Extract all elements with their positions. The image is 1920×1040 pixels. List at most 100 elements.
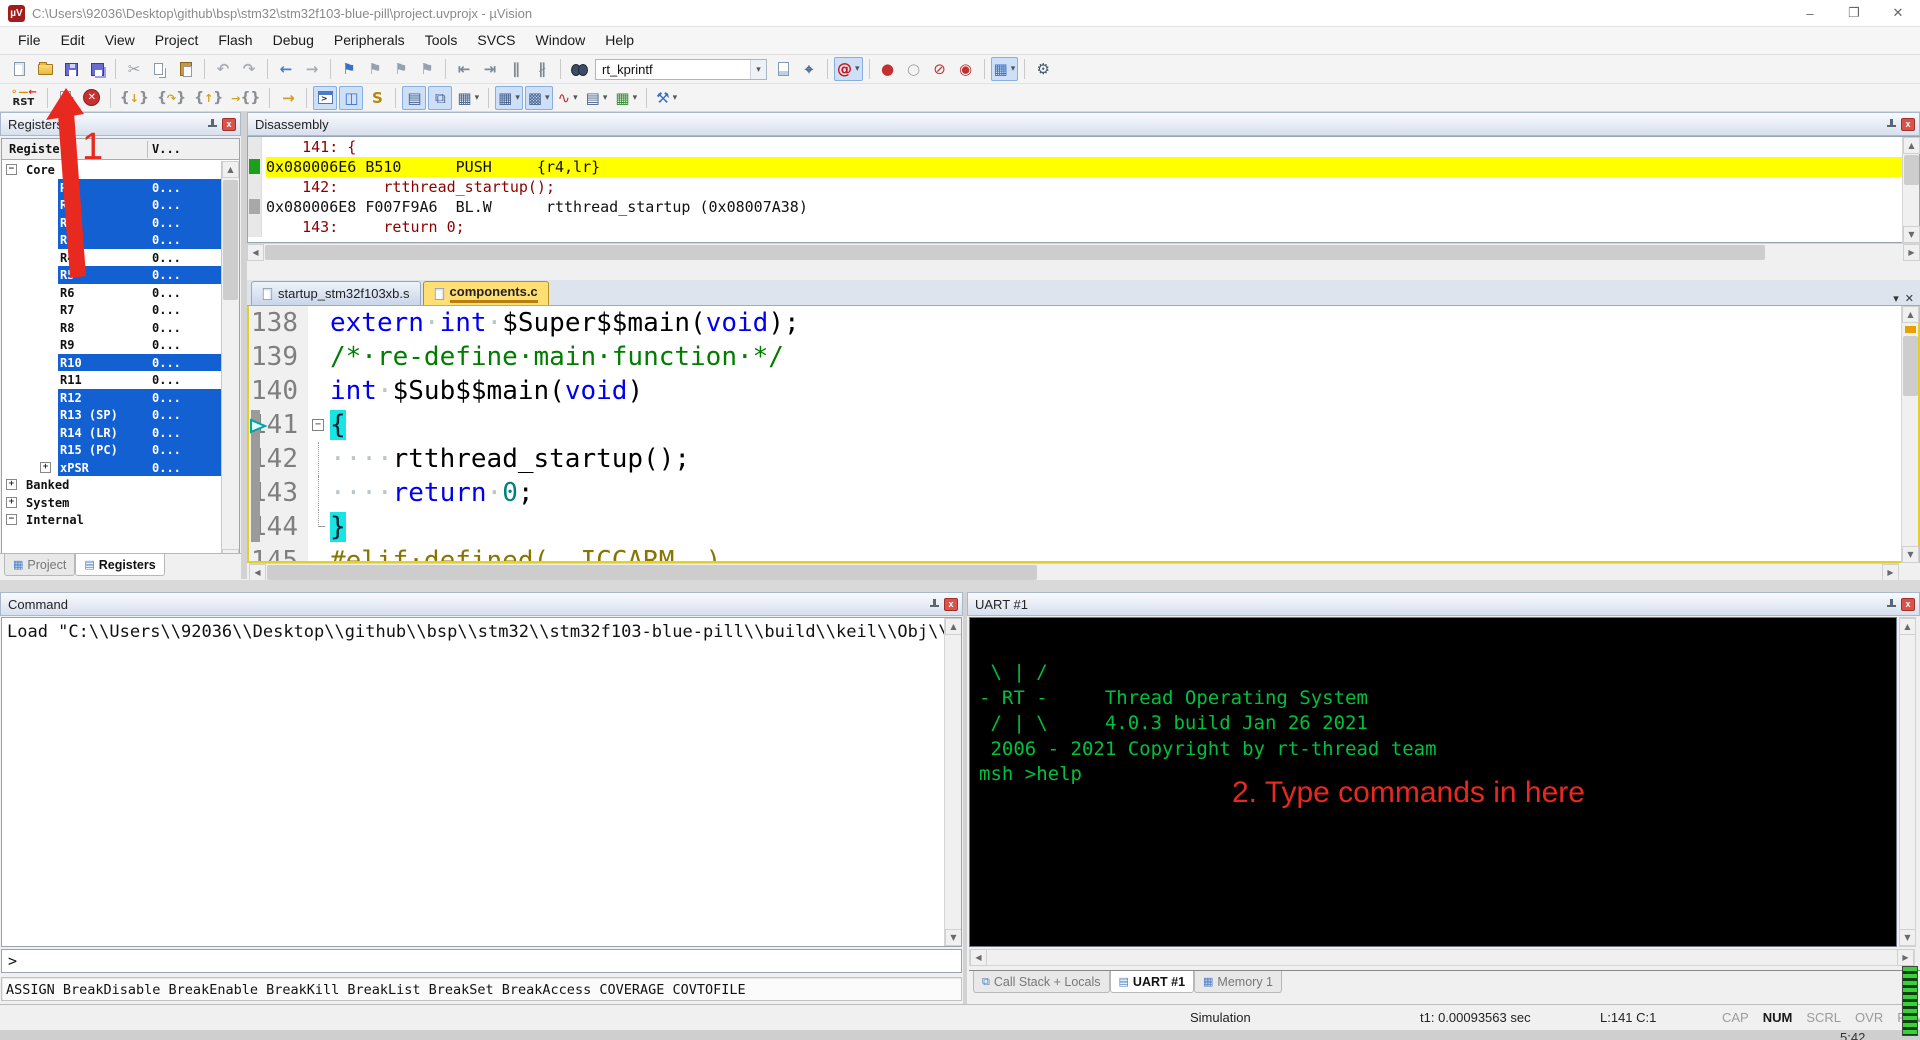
tab-uart-1[interactable]: ▤UART #1 bbox=[1110, 971, 1195, 993]
stop-button[interactable]: ✕ bbox=[80, 86, 104, 110]
prev-bookmark-icon[interactable]: ⚑ bbox=[389, 57, 413, 81]
disassembly-window-icon[interactable]: ◫ bbox=[339, 86, 363, 110]
register-row-internal[interactable]: −Internal bbox=[2, 511, 222, 529]
terminal-scrollbar[interactable]: ▲ ▼ bbox=[1899, 617, 1916, 947]
fold-margin[interactable] bbox=[308, 510, 330, 544]
horizontal-splitter[interactable] bbox=[0, 580, 1920, 592]
configure-target-icon[interactable]: ⚙ bbox=[1031, 57, 1055, 81]
chevron-down-icon[interactable]: ▾ bbox=[475, 93, 480, 103]
fold-margin[interactable] bbox=[308, 442, 330, 476]
register-row-system[interactable]: +System bbox=[2, 494, 222, 512]
register-row-r0[interactable]: R00... bbox=[2, 179, 222, 197]
fold-margin[interactable]: − bbox=[308, 408, 330, 442]
serial-window-icon[interactable]: ▩▾ bbox=[525, 86, 553, 110]
chevron-down-icon[interactable]: ▾ bbox=[633, 93, 638, 103]
register-row-r14-lr-[interactable]: R14 (LR)0... bbox=[2, 424, 222, 442]
kill-all-breakpoints-icon[interactable]: ◉ bbox=[954, 57, 978, 81]
close-panel-icon[interactable]: x bbox=[222, 118, 236, 131]
navigate-back-icon[interactable]: ← bbox=[274, 57, 298, 81]
comment-selection-icon[interactable]: ∥ bbox=[504, 57, 528, 81]
register-row-xpsr[interactable]: +xPSR0... bbox=[2, 459, 222, 477]
open-folder-icon[interactable] bbox=[33, 57, 57, 81]
command-input[interactable]: > bbox=[1, 949, 962, 973]
chevron-down-icon[interactable]: ▾ bbox=[603, 93, 608, 103]
step-into-icon[interactable]: {↓} bbox=[117, 86, 152, 110]
tab-memory-1[interactable]: ▦Memory 1 bbox=[1194, 971, 1282, 993]
enable-disable-breakpoint-icon[interactable]: ○ bbox=[902, 57, 926, 81]
pin-icon[interactable] bbox=[1885, 598, 1897, 611]
paste-icon[interactable] bbox=[174, 57, 198, 81]
register-row-r9[interactable]: R90... bbox=[2, 336, 222, 354]
uart-terminal[interactable]: \ | /- RT - Thread Operating System / | … bbox=[969, 617, 1897, 947]
close-panel-icon[interactable]: x bbox=[944, 598, 958, 611]
toolbox-icon[interactable]: ⚒▾ bbox=[653, 86, 680, 110]
expand-icon[interactable]: + bbox=[40, 462, 51, 473]
register-row-r2[interactable]: R20... bbox=[2, 214, 222, 232]
pin-icon[interactable] bbox=[1885, 118, 1897, 131]
menu-view[interactable]: View bbox=[95, 27, 145, 54]
column-register[interactable]: Register bbox=[9, 142, 67, 156]
minimize-button[interactable]: – bbox=[1788, 0, 1832, 26]
menu-svcs[interactable]: SVCS bbox=[467, 27, 525, 54]
chevron-down-icon[interactable]: ▾ bbox=[1011, 64, 1016, 74]
indent-icon[interactable]: ⇥ bbox=[478, 57, 502, 81]
disable-all-breakpoints-icon[interactable]: ⊘ bbox=[928, 57, 952, 81]
run-to-line-icon[interactable]: →{} bbox=[228, 86, 263, 110]
command-output[interactable]: Load "C:\\Users\\92036\\Desktop\\github\… bbox=[1, 617, 962, 947]
disassembly-vscrollbar[interactable]: ▲ ▼ bbox=[1902, 137, 1919, 243]
close-panel-icon[interactable]: x bbox=[1901, 118, 1915, 131]
menu-project[interactable]: Project bbox=[145, 27, 209, 54]
maximize-button[interactable]: ❐ bbox=[1832, 0, 1876, 26]
reset-button[interactable]: ⚬—←RST bbox=[7, 85, 40, 111]
register-row-r11[interactable]: R110... bbox=[2, 371, 222, 389]
registers-scrollbar[interactable]: ▲ ▼ bbox=[221, 161, 239, 566]
redo-icon[interactable]: ↷ bbox=[237, 57, 261, 81]
chevron-down-icon[interactable]: ▾ bbox=[750, 60, 766, 79]
undo-icon[interactable]: ↶ bbox=[211, 57, 235, 81]
unindent-icon[interactable]: ⇤ bbox=[452, 57, 476, 81]
register-row-core[interactable]: −Core bbox=[2, 161, 222, 179]
editor-hscrollbar[interactable]: ◀ ▶ bbox=[249, 563, 1899, 580]
register-row-r12[interactable]: R120... bbox=[2, 389, 222, 407]
uncomment-selection-icon[interactable]: ∦ bbox=[530, 57, 554, 81]
editor-vscrollbar[interactable]: ▲ ▼ bbox=[1901, 306, 1918, 563]
incremental-find-icon[interactable]: ⌖ bbox=[797, 57, 821, 81]
find-in-files-icon[interactable] bbox=[567, 57, 591, 81]
close-document-icon[interactable]: ✕ bbox=[1905, 292, 1914, 305]
command-window-icon[interactable] bbox=[313, 86, 337, 110]
collapse-icon[interactable]: − bbox=[6, 514, 17, 525]
save-icon[interactable] bbox=[59, 57, 83, 81]
command-hotkeys-bar[interactable]: ASSIGN BreakDisable BreakEnable BreakKil… bbox=[1, 977, 962, 1001]
register-row-r1[interactable]: R10... bbox=[2, 196, 222, 214]
code-editor[interactable]: 138extern·int·$Super$$main(void);139/*·r… bbox=[247, 306, 1920, 563]
register-row-r13-sp-[interactable]: R13 (SP)0... bbox=[2, 406, 222, 424]
column-value[interactable]: V... bbox=[152, 142, 181, 156]
expand-icon[interactable]: + bbox=[6, 497, 17, 508]
callstack-window-icon[interactable]: ⧉ bbox=[428, 86, 452, 110]
chevron-down-icon[interactable]: ▾ bbox=[855, 64, 860, 74]
insert-breakpoint-icon[interactable]: ● bbox=[876, 57, 900, 81]
find-combobox[interactable]: rt_kprintf▾ bbox=[595, 59, 767, 80]
navigate-forward-icon[interactable]: → bbox=[300, 57, 324, 81]
chevron-down-icon[interactable]: ▾ bbox=[673, 93, 678, 103]
analysis-window-icon[interactable]: ∿▾ bbox=[555, 86, 581, 110]
editor-tab-startup-stm32f103xb-s[interactable]: startup_stm32f103xb.s bbox=[251, 281, 421, 305]
menu-edit[interactable]: Edit bbox=[51, 27, 95, 54]
find-icon[interactable] bbox=[771, 57, 795, 81]
collapse-icon[interactable]: − bbox=[312, 419, 324, 431]
expand-icon[interactable]: + bbox=[6, 479, 17, 490]
chevron-down-icon[interactable]: ▾ bbox=[545, 93, 550, 103]
terminal-hscrollbar[interactable]: ◀ ▶ bbox=[969, 949, 1915, 966]
register-row-banked[interactable]: +Banked bbox=[2, 476, 222, 494]
goto-next-statement-icon[interactable]: → bbox=[276, 86, 300, 110]
fold-margin[interactable] bbox=[308, 306, 330, 340]
debug-session-icon[interactable]: @▾ bbox=[834, 57, 863, 81]
register-row-r4[interactable]: R40... bbox=[2, 249, 222, 267]
run-button[interactable] bbox=[54, 86, 78, 110]
editor-tab-components-c[interactable]: components.c bbox=[423, 281, 549, 305]
new-file-icon[interactable] bbox=[7, 57, 31, 81]
fold-margin[interactable] bbox=[308, 544, 330, 563]
menu-window[interactable]: Window bbox=[526, 27, 596, 54]
menu-flash[interactable]: Flash bbox=[208, 27, 262, 54]
tab-call-stack-locals[interactable]: ⧉Call Stack + Locals bbox=[973, 971, 1110, 993]
